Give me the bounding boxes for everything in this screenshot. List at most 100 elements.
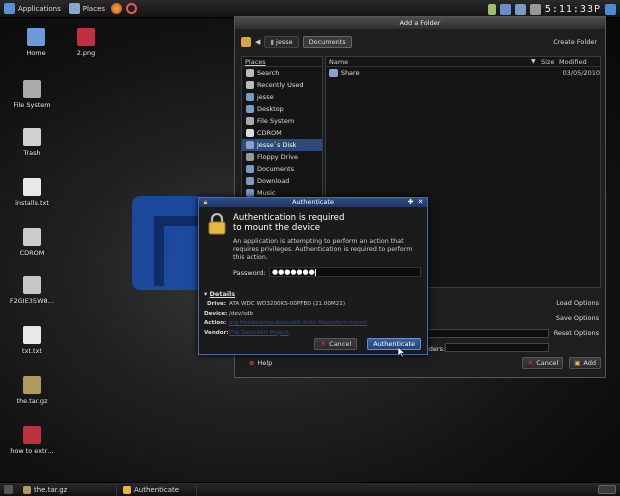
place-item[interactable]: jesse <box>242 91 322 103</box>
dialog-title: Authenticate <box>292 198 334 206</box>
place-item[interactable]: Floppy Drive <box>242 151 322 163</box>
place-item[interactable]: Jesse`s Disk <box>242 139 322 151</box>
place-item[interactable]: Download <box>242 175 322 187</box>
place-item[interactable]: Search <box>242 67 322 79</box>
desktop-file-icon <box>23 276 41 294</box>
places-pane: Places Search Recently Used jesse Desktop Fi… <box>241 56 323 220</box>
column-size[interactable]: Size <box>541 57 559 66</box>
applications-icon <box>4 3 15 14</box>
crumb-home[interactable]: ▮ jesse <box>264 36 299 48</box>
place-item[interactable]: Recently Used <box>242 79 322 91</box>
place-icon <box>246 165 254 173</box>
reset-options-button[interactable]: Reset Options <box>552 327 601 339</box>
create-folder-button[interactable]: Create Folder <box>551 36 599 48</box>
desktop-icon[interactable]: txt.txt <box>2 326 62 355</box>
help-lifebuoy-icon[interactable] <box>126 3 138 14</box>
column-modified[interactable]: Modified <box>559 57 599 66</box>
load-options-button[interactable]: Load Options <box>554 297 601 309</box>
desktop-icon[interactable]: how to extr… <box>2 426 62 455</box>
vendor-link[interactable]: The DeviceKit Project <box>229 329 289 339</box>
place-icon <box>246 69 254 77</box>
password-input[interactable]: ●●●●●●● <box>269 267 421 277</box>
device-value: /dev/sdb <box>229 310 254 317</box>
cancel-label: Cancel <box>536 359 559 367</box>
option-field-1[interactable] <box>427 329 549 338</box>
desktop-icon[interactable]: CDROM <box>2 228 62 257</box>
applications-menu[interactable]: Applications <box>0 0 65 18</box>
taskbar-item-icon <box>23 485 31 494</box>
place-label: Search <box>257 69 280 77</box>
heading-line-2: to mount the device <box>233 223 321 233</box>
desktop-icon-label: Trash <box>23 149 41 157</box>
place-label: Recently Used <box>257 81 304 89</box>
text-cursor <box>314 268 316 276</box>
close-icon[interactable]: ✕ <box>416 198 425 207</box>
pin-icon[interactable]: ✚ <box>406 198 415 207</box>
help-button[interactable]: ⊕ Help <box>245 357 276 369</box>
place-item[interactable]: CDROM <box>242 127 322 139</box>
desktop-icon[interactable]: File System <box>2 80 62 109</box>
shutdown-icon[interactable] <box>605 3 616 15</box>
drive-key: Drive: <box>207 301 226 307</box>
details-section: ▾ Details Drive: ATA WDC WD3200KS-00PFB0 … <box>204 290 426 338</box>
show-desktop-icon[interactable] <box>4 485 13 494</box>
drive-value: ATA WDC WD3200KS-00PFB0 (21.00M21) <box>229 301 346 307</box>
places-icon <box>68 3 80 14</box>
places-menu[interactable]: Places <box>65 0 109 18</box>
window-title: Add a Folder <box>235 17 605 29</box>
firefox-icon[interactable] <box>111 3 123 14</box>
sort-arrow-icon: ▼ <box>531 58 536 65</box>
place-label: Floppy Drive <box>257 153 299 161</box>
desktop-icon[interactable]: the.tar.gz <box>2 376 62 405</box>
update-icon[interactable] <box>499 3 511 15</box>
dialog-lock-icon: 🔒︎ <box>203 198 208 206</box>
place-label: CDROM <box>257 129 282 137</box>
folders-field[interactable] <box>445 343 549 352</box>
add-icon: ▣ <box>574 359 581 367</box>
options-buttons: Load Options Save Options Reset Options <box>552 297 601 339</box>
detail-vendor: Vendor: The DeviceKit Project <box>204 329 426 339</box>
place-label: File System <box>257 117 295 125</box>
cancel-button[interactable]: ✕ Cancel <box>522 357 564 369</box>
taskbar-item-icon <box>123 485 131 494</box>
desktop-icon[interactable]: 2.png <box>56 28 116 57</box>
edit-path-icon[interactable] <box>241 37 251 47</box>
details-expander[interactable]: ▾ Details <box>204 290 426 298</box>
desktop-icon[interactable]: Trash <box>2 128 62 157</box>
place-icon <box>246 141 254 149</box>
workspace-switcher[interactable] <box>598 485 616 494</box>
add-label: Add <box>583 359 596 367</box>
clock[interactable]: 5:11:33P <box>545 4 601 15</box>
taskbar-item[interactable]: Authenticate <box>117 483 197 496</box>
clipboard-icon[interactable] <box>487 3 496 15</box>
volume-icon[interactable] <box>529 3 541 15</box>
column-name[interactable]: Name <box>326 57 531 66</box>
file-modified: 03/05/2010 <box>562 69 600 77</box>
file-row[interactable]: Share 03/05/2010 <box>326 67 600 79</box>
place-item[interactable]: Desktop <box>242 103 322 115</box>
add-button[interactable]: ▣ Add <box>569 357 601 369</box>
crumb-documents[interactable]: Documents <box>302 36 352 48</box>
places-label: Places <box>82 4 106 13</box>
place-item[interactable]: Documents <box>242 163 322 175</box>
action-link[interactable]: org.freedesktop.devicekit.disks.filesyst… <box>229 319 367 329</box>
place-label: jesse <box>257 93 274 101</box>
desktop-icon-label: CDROM <box>19 249 45 257</box>
desktop-icon[interactable]: installs.txt <box>2 178 62 207</box>
taskbar-item[interactable]: the.tar.gz <box>17 483 117 496</box>
details-label: Details <box>209 290 236 298</box>
window-buttons: ⊕ Help ✕ Cancel ▣ Add <box>245 357 601 369</box>
folder-icon <box>329 69 338 77</box>
authenticate-button[interactable]: Authenticate <box>367 338 421 350</box>
dialog-cancel-button[interactable]: ✕ Cancel <box>314 338 358 350</box>
desktop-file-icon <box>77 28 95 46</box>
places-header[interactable]: Places <box>242 57 322 67</box>
place-icon <box>246 117 254 125</box>
place-item[interactable]: File System <box>242 115 322 127</box>
desktop-icon[interactable]: F2GIE35W8… <box>2 276 62 305</box>
desktop-file-icon <box>23 376 41 394</box>
path-left-arrow-icon[interactable]: ◀ <box>255 38 260 46</box>
network-icon[interactable] <box>514 3 526 15</box>
save-options-button[interactable]: Save Options <box>554 312 601 324</box>
desktop-file-icon <box>23 426 41 444</box>
